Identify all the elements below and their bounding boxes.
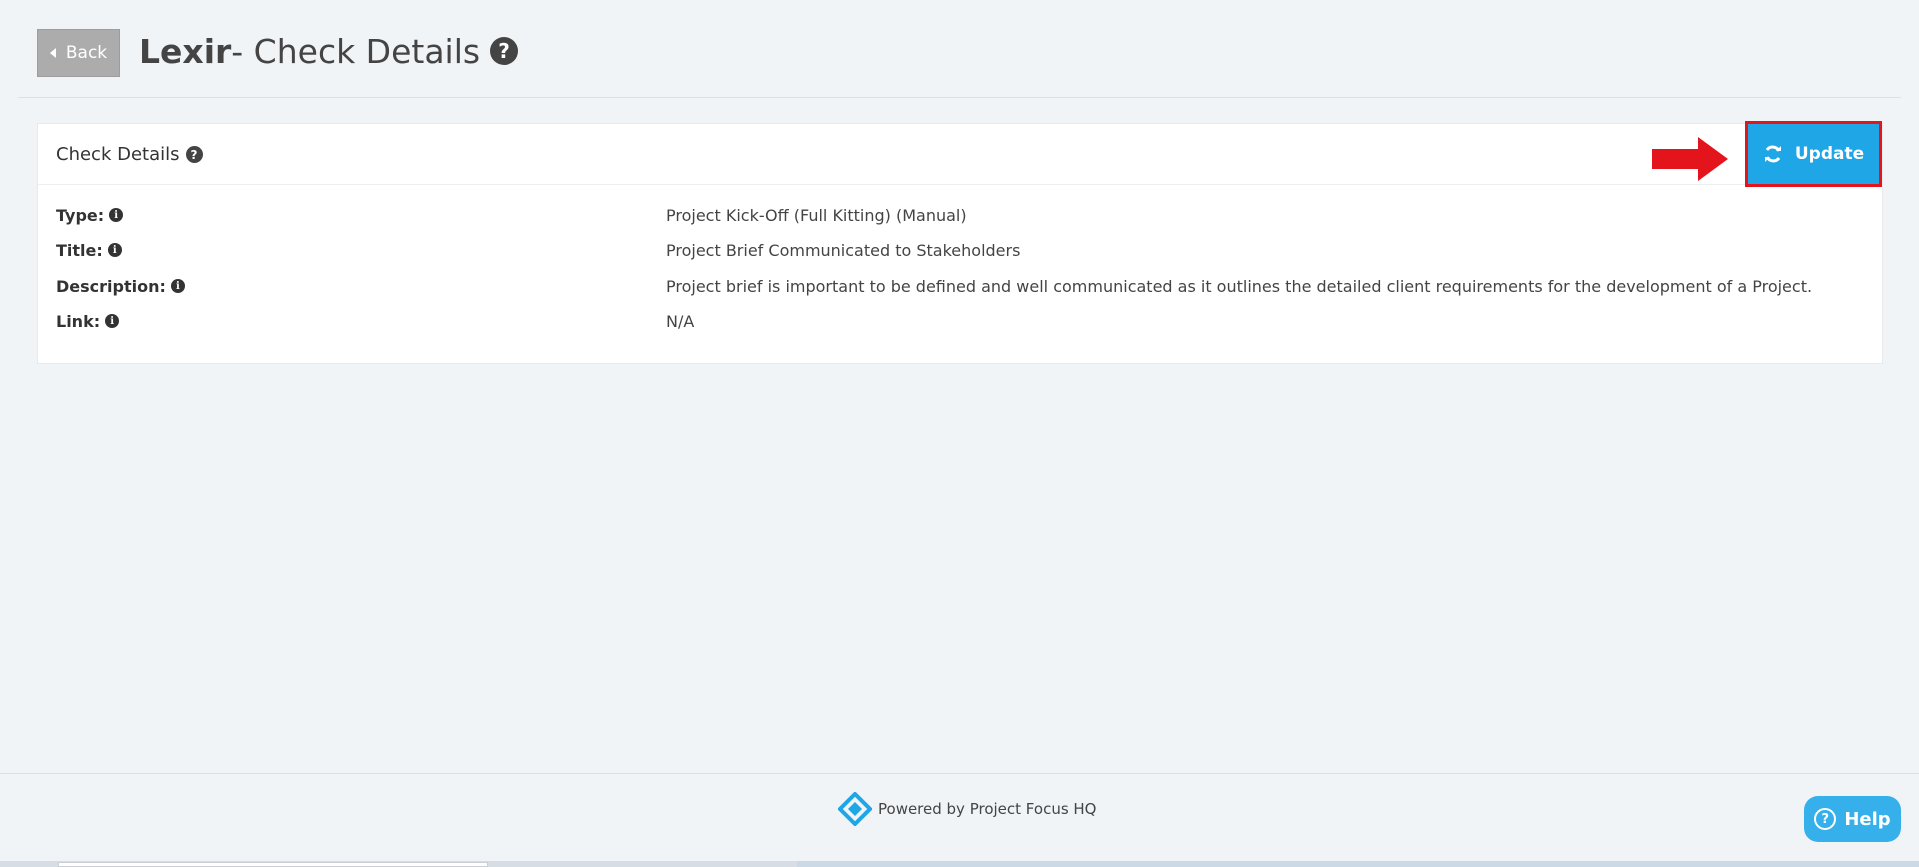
taskbar-strip [0,861,1919,867]
update-button-label: Update [1794,144,1865,164]
taskbar-segment [797,861,1919,867]
help-button[interactable]: ? Help [1804,796,1901,842]
update-button[interactable]: Update [1748,124,1879,184]
detail-value-description: Project brief is important to be defined… [666,276,1813,296]
caret-left-icon [49,48,56,58]
info-circle-icon[interactable]: i [109,208,124,222]
detail-label-type: Type: i [56,206,666,225]
card-title: Check Details ? [56,124,203,185]
question-circle-icon[interactable]: ? [185,146,203,163]
footer: Powered by Project Focus HQ ? Help [0,773,1919,867]
card-title-text: Check Details [56,144,180,165]
detail-label-description: Description: i [56,277,666,296]
help-button-label: Help [1844,808,1891,830]
detail-value-type: Project Kick-Off (Full Kitting) (Manual) [666,205,967,225]
detail-label-text: Description: [56,276,166,296]
page-title-suffix: - Check Details [231,31,481,71]
detail-row-type: Type: i Project Kick-Off (Full Kitting) … [56,200,1866,230]
question-circle-icon: ? [1814,808,1837,830]
project-focus-logo-icon [838,792,872,826]
detail-label-link: Link: i [56,312,666,331]
detail-row-title: Title: i Project Brief Communicated to S… [56,235,1866,265]
check-details-card: Check Details ? Update Type: i Project K… [37,121,1883,364]
detail-row-link: Link: i N/A [56,306,1866,336]
powered-by-text: Powered by Project Focus HQ [878,800,1097,818]
detail-value-title: Project Brief Communicated to Stakeholde… [666,240,1021,260]
back-button-label: Back [65,43,108,63]
info-circle-icon[interactable]: i [107,243,122,257]
back-button[interactable]: Back [37,29,120,77]
question-circle-icon[interactable]: ? [490,37,519,65]
page-title: Lexir - Check Details ? [139,26,519,76]
detail-label-title: Title: i [56,241,666,260]
page-header: Back Lexir - Check Details ? [18,0,1901,98]
taskbar-segment [58,862,488,867]
detail-value-link: N/A [666,311,695,331]
card-header: Check Details ? Update [38,121,1882,187]
detail-label-text: Title: [56,240,103,260]
detail-label-text: Type: [56,205,105,225]
powered-by: Powered by Project Focus HQ [838,792,1097,826]
detail-label-text: Link: [56,311,101,331]
project-name: Lexir [139,31,232,71]
detail-row-description: Description: i Project brief is importan… [56,271,1866,301]
refresh-icon [1764,145,1781,163]
red-arrow-icon [1652,137,1728,181]
info-circle-icon[interactable]: i [170,279,185,293]
info-circle-icon[interactable]: i [105,314,120,328]
